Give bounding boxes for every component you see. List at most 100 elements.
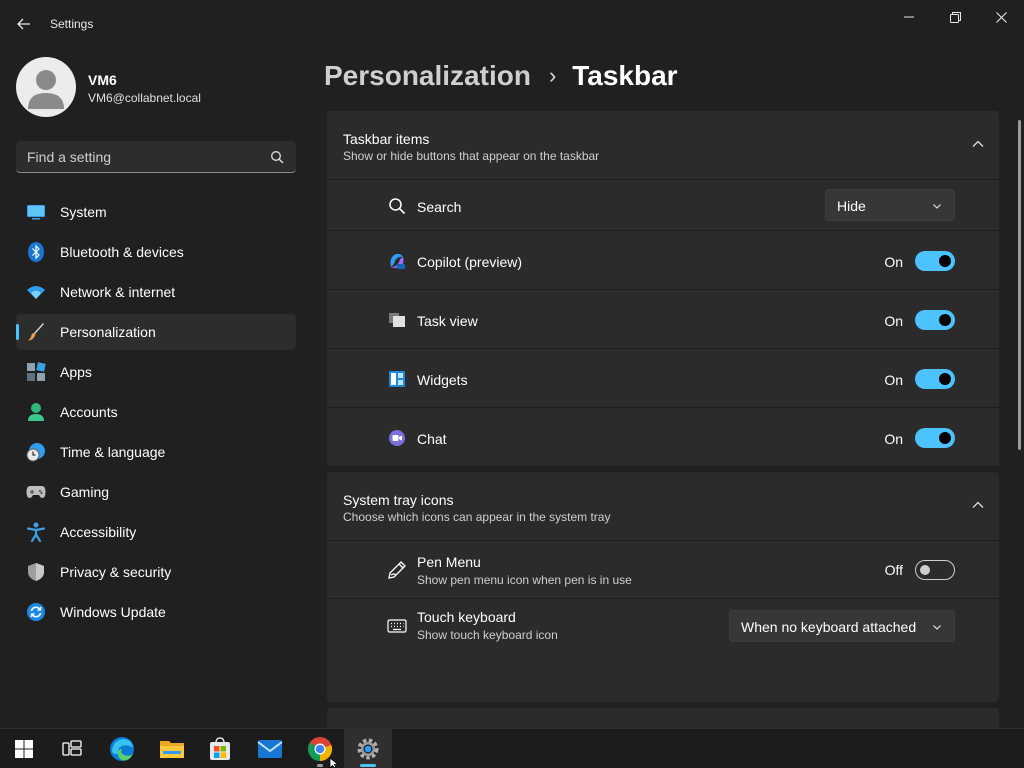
toggle-knob: [920, 565, 930, 575]
close-icon: [995, 11, 1007, 23]
chevron-down-icon: [933, 625, 941, 630]
system-icon: [26, 202, 46, 222]
gamepad-icon: [26, 482, 46, 502]
row-label: Search: [417, 199, 462, 215]
row-label: Pen Menu: [417, 554, 481, 570]
restore-button[interactable]: [932, 0, 978, 34]
sidebar-item-accounts[interactable]: Accounts: [16, 394, 296, 430]
system-tray-header[interactable]: System tray icons Choose which icons can…: [327, 472, 999, 540]
file-explorer-button[interactable]: [148, 729, 196, 768]
settings-gear-icon: [357, 738, 379, 760]
sidebar-item-network[interactable]: Network & internet: [16, 274, 296, 310]
sidebar-item-gaming[interactable]: Gaming: [16, 474, 296, 510]
page-title: Taskbar: [572, 60, 678, 91]
widgets-row: Widgets On: [327, 348, 999, 407]
chevron-up-icon[interactable]: [971, 498, 985, 512]
scrollbar[interactable]: [1018, 120, 1021, 450]
close-button[interactable]: [978, 0, 1024, 34]
search-row: Search Hide: [327, 179, 999, 230]
chat-row: Chat On: [327, 407, 999, 466]
sidebar-item-label: Privacy & security: [60, 564, 172, 580]
start-button[interactable]: [0, 729, 48, 768]
minimize-button[interactable]: [886, 0, 932, 34]
breadcrumb: Personalization › Taskbar: [324, 58, 678, 94]
next-section-header[interactable]: [327, 708, 999, 728]
avatar[interactable]: [16, 57, 76, 117]
apps-icon: [26, 362, 46, 382]
task-view-icon: [387, 310, 407, 330]
windows-taskbar: [0, 728, 1024, 768]
settings-search: [16, 141, 296, 173]
widgets-toggle[interactable]: [915, 369, 955, 389]
row-label: Widgets: [417, 372, 468, 388]
sidebar-item-label: Accounts: [60, 404, 118, 420]
task-view-toggle[interactable]: [915, 310, 955, 330]
task-view-button[interactable]: [48, 729, 96, 768]
toggle-knob: [939, 432, 951, 444]
search-display-dropdown[interactable]: Hide: [825, 189, 955, 221]
chevron-down-icon: [933, 204, 941, 209]
update-icon: [26, 602, 46, 622]
title-bar: Settings: [0, 0, 1024, 48]
sidebar-item-label: Bluetooth & devices: [60, 244, 184, 260]
toggle-knob: [939, 255, 951, 267]
restore-icon: [949, 11, 961, 23]
pen-menu-toggle[interactable]: [915, 560, 955, 580]
settings-content: Taskbar items Show or hide buttons that …: [327, 111, 999, 728]
task-view-row: Task view On: [327, 289, 999, 348]
sidebar-item-label: Accessibility: [60, 524, 137, 540]
task-view-icon: [62, 740, 82, 756]
sidebar-item-bluetooth[interactable]: Bluetooth & devices: [16, 234, 296, 270]
sidebar-item-label: Time & language: [60, 444, 166, 460]
touch-keyboard-dropdown[interactable]: When no keyboard attached: [729, 610, 955, 642]
bluetooth-icon: [26, 242, 46, 262]
folder-icon: [160, 741, 184, 758]
sidebar-item-system[interactable]: System: [16, 194, 296, 230]
search-icon: [387, 196, 407, 216]
edge-button[interactable]: [98, 729, 146, 768]
settings-button[interactable]: [344, 729, 392, 768]
sidebar-item-label: Personalization: [60, 324, 156, 340]
search-input[interactable]: [16, 141, 266, 172]
toggle-state-label: On: [884, 431, 903, 447]
sidebar-item-accessibility[interactable]: Accessibility: [16, 514, 296, 550]
section-subtitle: Show or hide buttons that appear on the …: [343, 149, 600, 163]
windows-logo-icon: [15, 740, 33, 758]
chevron-up-icon[interactable]: [971, 137, 985, 151]
sidebar-item-label: Network & internet: [60, 284, 176, 300]
accounts-icon: [26, 402, 46, 422]
breadcrumb-parent[interactable]: Personalization: [324, 60, 531, 92]
widgets-icon: [387, 369, 407, 389]
shield-icon: [26, 562, 46, 582]
toggle-state-label: On: [884, 313, 903, 329]
row-label: Task view: [417, 313, 478, 329]
dropdown-value: When no keyboard attached: [741, 619, 917, 635]
keyboard-icon: [387, 616, 407, 636]
row-label: Copilot (preview): [417, 254, 523, 270]
sidebar-item-label: System: [60, 204, 107, 220]
wifi-icon: [26, 282, 46, 302]
user-silhouette-icon: [28, 70, 64, 109]
search-icon[interactable]: [270, 150, 284, 164]
sidebar-item-apps[interactable]: Apps: [16, 354, 296, 390]
toggle-knob: [939, 314, 951, 326]
mouse-cursor-icon: [329, 758, 340, 768]
sidebar-item-personalization[interactable]: Personalization: [16, 314, 296, 350]
row-subtitle: Show touch keyboard icon: [417, 628, 558, 642]
sidebar-item-privacy-security[interactable]: Privacy & security: [16, 554, 296, 590]
row-subtitle: Show pen menu icon when pen is in use: [417, 573, 632, 587]
sidebar-item-label: Windows Update: [60, 604, 166, 620]
toggle-state-label: On: [884, 254, 903, 270]
row-label: Touch keyboard: [417, 609, 516, 625]
copilot-toggle[interactable]: [915, 251, 955, 271]
sidebar-item-time-language[interactable]: Time & language: [16, 434, 296, 470]
store-button[interactable]: [196, 729, 244, 768]
section-footer: [327, 652, 999, 702]
taskbar-items-header[interactable]: Taskbar items Show or hide buttons that …: [327, 111, 999, 179]
copilot-icon: [387, 251, 407, 271]
mail-button[interactable]: [246, 729, 294, 768]
sidebar-item-windows-update[interactable]: Windows Update: [16, 594, 296, 630]
mail-icon: [257, 740, 283, 758]
back-button[interactable]: [10, 10, 38, 38]
chat-toggle[interactable]: [915, 428, 955, 448]
